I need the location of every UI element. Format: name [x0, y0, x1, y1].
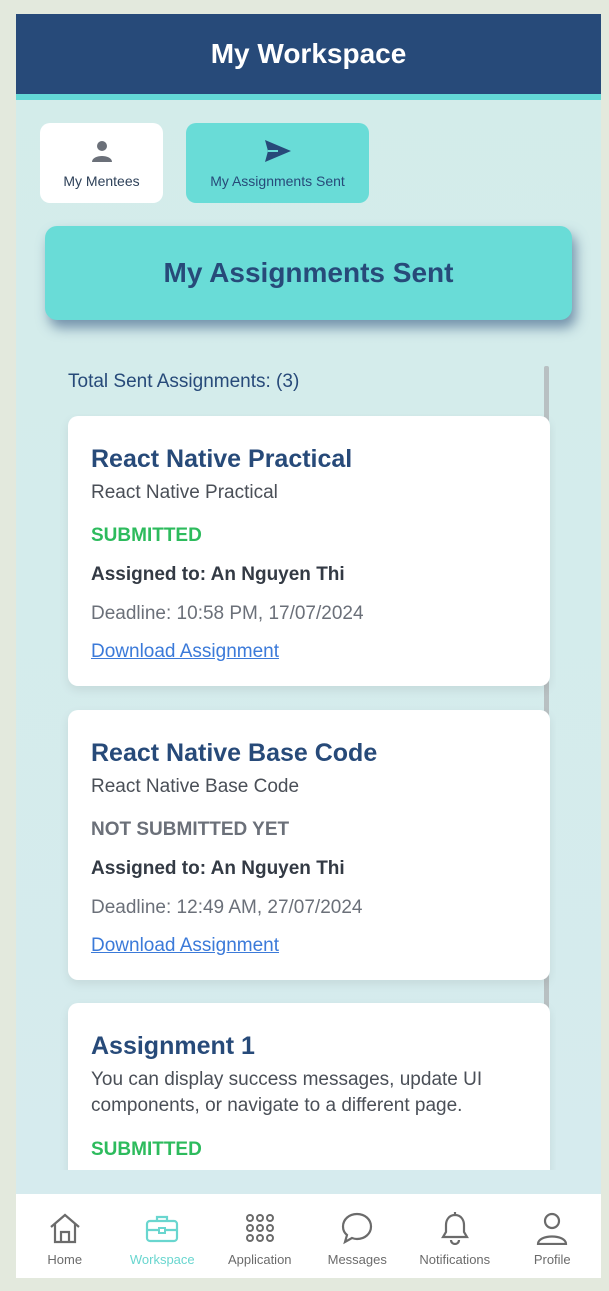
nav-label: Home [47, 1252, 83, 1267]
chat-icon [340, 1210, 374, 1246]
status-badge: SUBMITTED [91, 1139, 202, 1160]
app-header: My Workspace [16, 14, 601, 100]
assigned-to: Assigned to: An Nguyen Thi [91, 858, 345, 879]
nav-label: Profile [533, 1252, 571, 1267]
tab-my-mentees[interactable]: My Mentees [40, 123, 163, 203]
bottom-navigation: Home Workspace Application Messages Noti… [16, 1194, 601, 1278]
status-badge: NOT SUBMITTED YET [91, 819, 290, 840]
assignment-description: React Native Base Code [91, 776, 300, 797]
assignment-card: Assignment 1 You can display success mes… [68, 1003, 550, 1170]
assignment-title: Assignment 1 [91, 1032, 255, 1060]
nav-profile[interactable]: Profile [504, 1194, 602, 1278]
page-title: My Workspace [210, 38, 407, 69]
nav-label: Notifications [419, 1252, 491, 1267]
deadline: Deadline: 10:58 PM, 17/07/2024 [91, 603, 364, 624]
status-badge: SUBMITTED [91, 525, 202, 546]
assignment-card: React Native Practical React Native Prac… [68, 416, 550, 686]
nav-workspace[interactable]: Workspace [114, 1194, 212, 1278]
bell-icon [440, 1210, 470, 1246]
section-banner: My Assignments Sent [45, 226, 572, 320]
assignment-title: React Native Base Code [91, 739, 378, 767]
app-screen: My Workspace My Mentees My Assignments S… [16, 14, 601, 1278]
nav-messages[interactable]: Messages [309, 1194, 407, 1278]
nav-label: Messages [327, 1252, 387, 1267]
person-icon [90, 137, 114, 163]
briefcase-icon [145, 1210, 179, 1246]
tab-label: My Mentees [63, 173, 140, 189]
total-assignments-count: Total Sent Assignments: (3) [68, 371, 300, 392]
nav-application[interactable]: Application [211, 1194, 309, 1278]
assignment-card: React Native Base Code React Native Base… [68, 710, 550, 980]
tab-label: My Assignments Sent [210, 173, 345, 189]
download-assignment-link[interactable]: Download Assignment [91, 935, 279, 957]
deadline: Deadline: 12:49 AM, 27/07/2024 [91, 897, 363, 918]
section-title: My Assignments Sent [163, 257, 454, 288]
assigned-to: Assigned to: An Nguyen Thi [91, 564, 345, 585]
grid-icon [244, 1210, 276, 1246]
assignment-description: React Native Practical [91, 482, 278, 503]
profile-icon [536, 1210, 568, 1246]
send-icon [264, 137, 292, 163]
tab-my-assignments-sent[interactable]: My Assignments Sent [186, 123, 369, 203]
home-icon [48, 1210, 82, 1246]
nav-label: Application [227, 1252, 292, 1267]
nav-label: Workspace [129, 1252, 195, 1267]
assignment-description: You can display success messages, update… [91, 1069, 483, 1116]
assignment-list[interactable]: React Native Practical React Native Prac… [56, 414, 556, 1170]
assignment-title: React Native Practical [91, 445, 353, 473]
download-assignment-link[interactable]: Download Assignment [91, 641, 279, 663]
nav-home[interactable]: Home [16, 1194, 114, 1278]
nav-notifications[interactable]: Notifications [406, 1194, 504, 1278]
